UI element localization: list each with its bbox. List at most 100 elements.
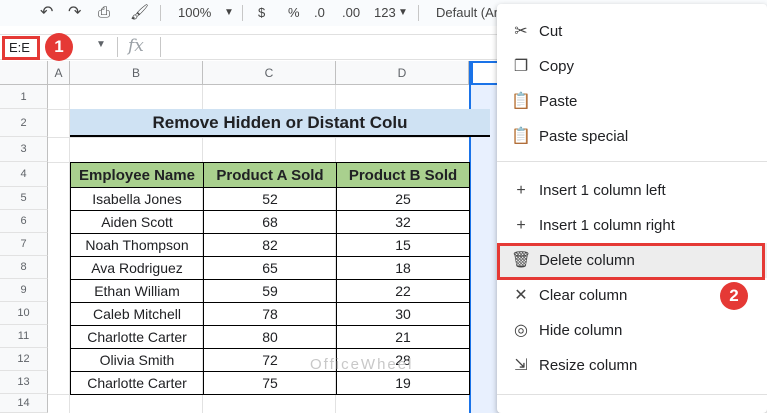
cell[interactable]: 25: [336, 187, 470, 211]
scissors-icon: ✂: [514, 23, 528, 40]
step-badge-2: 2: [720, 282, 748, 310]
menu-item-insert-left[interactable]: + Insert 1 column left: [497, 173, 767, 208]
cell[interactable]: Isabella Jones: [70, 187, 204, 211]
font-select[interactable]: Default (Ari: [436, 3, 501, 23]
increase-decimal-button[interactable]: .00: [342, 3, 360, 23]
column-header-a[interactable]: A: [48, 61, 70, 85]
row-header[interactable]: 8: [0, 256, 48, 279]
menu-item-paste-special[interactable]: 📋 Paste special: [497, 119, 767, 154]
clipboard-icon: 📋: [511, 93, 531, 110]
cell[interactable]: Aiden Scott: [70, 210, 204, 234]
table-header-row: Employee Name Product A Sold Product B S…: [70, 162, 470, 188]
row-header[interactable]: 10: [0, 302, 48, 325]
cell[interactable]: 75: [203, 371, 337, 395]
row-header[interactable]: 5: [0, 187, 48, 210]
row-header[interactable]: 13: [0, 371, 48, 394]
cell[interactable]: 15: [336, 233, 470, 257]
cell[interactable]: 59: [203, 279, 337, 303]
percent-button[interactable]: %: [288, 3, 300, 23]
context-menu: ✂ Cut ❐ Copy 📋 Paste 📋 Paste special + I…: [497, 4, 767, 413]
row-header[interactable]: 14: [0, 394, 48, 413]
decrease-decimal-button[interactable]: .0: [314, 3, 325, 23]
cell[interactable]: 21: [336, 325, 470, 349]
column-header-b[interactable]: B: [70, 61, 203, 85]
menu-item-hide-column[interactable]: ◎ Hide column: [497, 313, 767, 348]
menu-item-insert-right[interactable]: + Insert 1 column right: [497, 208, 767, 243]
cell[interactable]: Caleb Mitchell: [70, 302, 204, 326]
row-header[interactable]: 6: [0, 210, 48, 233]
menu-item-label: Hide column: [539, 322, 623, 339]
cell[interactable]: Noah Thompson: [70, 233, 204, 257]
menu-item-label: Insert 1 column right: [539, 217, 675, 234]
zoom-select[interactable]: 100%: [178, 3, 211, 23]
divider: [117, 37, 118, 57]
sheet-title: Remove Hidden or Distant Colu: [70, 109, 490, 137]
watermark-logo: OfficeWheel: [310, 356, 414, 373]
column-header-d[interactable]: D: [336, 61, 469, 85]
cell[interactable]: 32: [336, 210, 470, 234]
resize-icon: ⇲: [514, 357, 528, 374]
table-row: Caleb Mitchell 78 30: [70, 302, 470, 326]
paint-format-icon[interactable]: 🖌: [130, 3, 149, 23]
copy-icon: ❐: [513, 58, 529, 75]
menu-item-copy[interactable]: ❐ Copy: [497, 49, 767, 84]
cell[interactable]: 19: [336, 371, 470, 395]
table-row: Charlotte Carter 80 21: [70, 325, 470, 349]
plus-icon: +: [516, 182, 526, 199]
chevron-down-icon[interactable]: ▼: [398, 3, 408, 23]
active-cell[interactable]: [471, 61, 499, 85]
menu-item-label: Cut: [539, 23, 563, 40]
cell[interactable]: Charlotte Carter: [70, 325, 204, 349]
select-all-corner[interactable]: [0, 61, 48, 85]
row-header[interactable]: 9: [0, 279, 48, 302]
print-icon[interactable]: ⎙: [98, 3, 110, 23]
cell[interactable]: 18: [336, 256, 470, 280]
cell[interactable]: Olivia Smith: [70, 348, 204, 372]
row-header[interactable]: 12: [0, 348, 48, 371]
close-icon: ✕: [514, 287, 528, 304]
menu-item-label: Clear column: [539, 287, 628, 304]
cell[interactable]: 30: [336, 302, 470, 326]
name-box[interactable]: E:E: [2, 36, 40, 60]
currency-button[interactable]: $: [258, 3, 265, 23]
row-header[interactable]: 2: [0, 109, 48, 137]
row-header[interactable]: 7: [0, 233, 48, 256]
clipboard-icon: 📋: [511, 128, 531, 145]
plus-icon: +: [516, 217, 526, 234]
menu-item-label: Copy: [539, 58, 575, 75]
undo-icon[interactable]: ↶: [40, 3, 53, 23]
column-header-c[interactable]: C: [203, 61, 336, 85]
menu-item-resize-column[interactable]: ⇲ Resize column: [497, 348, 767, 383]
row-header[interactable]: 1: [0, 85, 48, 109]
cell[interactable]: 65: [203, 256, 337, 280]
redo-icon[interactable]: ↷: [68, 3, 81, 23]
cell[interactable]: Charlotte Carter: [70, 371, 204, 395]
grid-line: [48, 137, 469, 138]
cell[interactable]: Ethan William: [70, 279, 204, 303]
menu-item-cut[interactable]: ✂ Cut: [497, 14, 767, 49]
cell[interactable]: 78: [203, 302, 337, 326]
row-header[interactable]: 4: [0, 162, 48, 187]
highlight-box: [497, 243, 765, 280]
row-header[interactable]: 3: [0, 137, 48, 162]
chevron-down-icon[interactable]: ▼: [224, 3, 234, 23]
cell[interactable]: 68: [203, 210, 337, 234]
toolbar-divider: [160, 5, 161, 21]
menu-divider: [497, 394, 767, 395]
chevron-down-icon[interactable]: ▼: [96, 39, 106, 50]
cell[interactable]: 82: [203, 233, 337, 257]
cell[interactable]: 80: [203, 325, 337, 349]
cell[interactable]: 52: [203, 187, 337, 211]
step-badge-1: 1: [45, 33, 73, 61]
table-row: Ethan William 59 22: [70, 279, 470, 303]
divider: [160, 37, 161, 57]
more-formats-button[interactable]: 123: [374, 3, 396, 23]
cell[interactable]: 22: [336, 279, 470, 303]
row-header[interactable]: 11: [0, 325, 48, 348]
table-row: Isabella Jones 52 25: [70, 187, 470, 211]
menu-item-label: Paste: [539, 93, 578, 110]
menu-item-paste[interactable]: 📋 Paste: [497, 84, 767, 119]
cell[interactable]: Ava Rodriguez: [70, 256, 204, 280]
table-row: Aiden Scott 68 32: [70, 210, 470, 234]
header-product-b: Product B Sold: [336, 162, 470, 188]
